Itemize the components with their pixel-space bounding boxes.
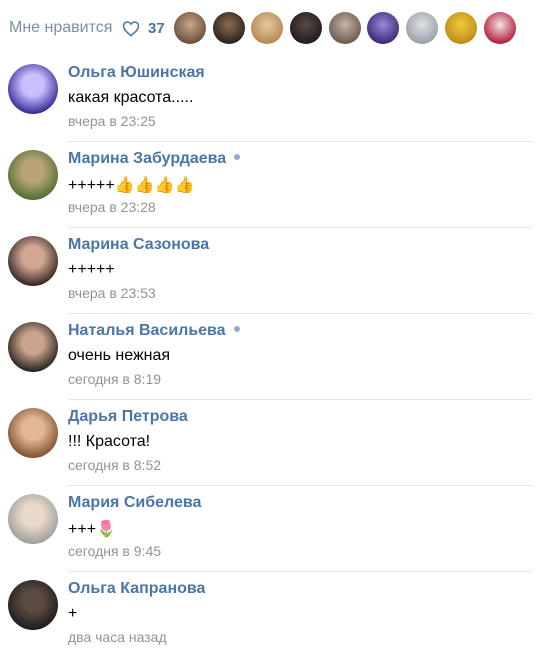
liker-avatar[interactable] [367,12,400,44]
author-name[interactable]: Ольга Юшинская [68,64,205,81]
author-name[interactable]: Ольга Капранова [68,580,205,597]
comment-item: Мария Сибелева +++🌷 сегодня в 9:45 [0,486,547,572]
comment-item: Ольга Юшинская какая красота..... вчера в … [0,56,547,142]
comment-text: + [68,605,78,622]
avatar[interactable] [8,64,58,114]
likes-count[interactable]: 37 [148,20,165,37]
avatar[interactable] [8,580,58,630]
liker-avatar[interactable] [290,12,323,44]
comment-text: очень нежная [68,347,171,364]
comment-author[interactable]: Наталья Васильева [68,322,240,340]
comment-author[interactable]: Мария Сибелева [68,494,201,512]
online-indicator [233,325,240,332]
liker-avatar[interactable] [483,12,516,44]
author-name[interactable]: Мария Сибелева [68,494,201,511]
comment-text: !!! Красота! [68,433,151,450]
author-name[interactable]: Наталья Васильева [68,322,226,339]
comment-text: +++++ [68,261,115,278]
comment-time[interactable]: сегодня в 9:45 [68,543,161,559]
comment-author[interactable]: Ольга Юшинская [68,64,205,82]
comment-time[interactable]: два часа назад [68,629,167,645]
comment-author[interactable]: Ольга Капранова [68,580,205,598]
comment-item: Марина Забурдаева +++++👍👍👍👍 вчера в 23:28 [0,142,547,228]
comment-text: какая красота..... [68,89,194,106]
comment-item: Марина Сазонова +++++ вчера в 23:53 [0,228,547,314]
avatar[interactable] [8,150,58,200]
author-name[interactable]: Дарья Петрова [68,408,188,425]
likes-bar: Мне нравится 37 [0,0,547,56]
liker-avatar[interactable] [212,12,245,44]
liker-avatar[interactable] [174,12,206,44]
author-name[interactable]: Марина Сазонова [68,236,209,253]
online-indicator [234,153,241,160]
comment-time[interactable]: вчера в 23:25 [68,113,156,129]
comment-text: +++🌷 [68,521,116,538]
comment-item: Ольга Капранова + два часа назад [0,572,547,658]
comment-text: +++++👍👍👍👍 [68,177,195,194]
comment-time[interactable]: сегодня в 8:19 [68,371,161,387]
avatar[interactable] [8,236,58,286]
heart-icon[interactable] [122,20,140,37]
liker-avatars [174,12,522,44]
liker-avatar[interactable] [251,12,284,44]
liker-avatar[interactable] [328,12,361,44]
likes-label[interactable]: Мне нравится [9,19,112,37]
comment-item: Наталья Васильева очень нежная сегодня в 8… [0,314,547,400]
comment-time[interactable]: вчера в 23:28 [68,199,156,215]
comment-list: Ольга Юшинская какая красота..... вчера в … [0,56,547,658]
comment-time[interactable]: сегодня в 8:52 [68,457,161,473]
avatar[interactable] [8,322,58,372]
liker-avatar[interactable] [406,12,439,44]
comment-item: Дарья Петрова !!! Красота! сегодня в 8:52 [0,400,547,486]
comment-author[interactable]: Марина Сазонова [68,236,209,254]
author-name[interactable]: Марина Забурдаева [68,150,226,167]
liker-avatar[interactable] [444,12,477,44]
comment-author[interactable]: Марина Забурдаева [68,150,241,168]
avatar[interactable] [8,494,58,544]
avatar[interactable] [8,408,58,458]
comment-author[interactable]: Дарья Петрова [68,408,188,426]
comment-time[interactable]: вчера в 23:53 [68,285,156,301]
